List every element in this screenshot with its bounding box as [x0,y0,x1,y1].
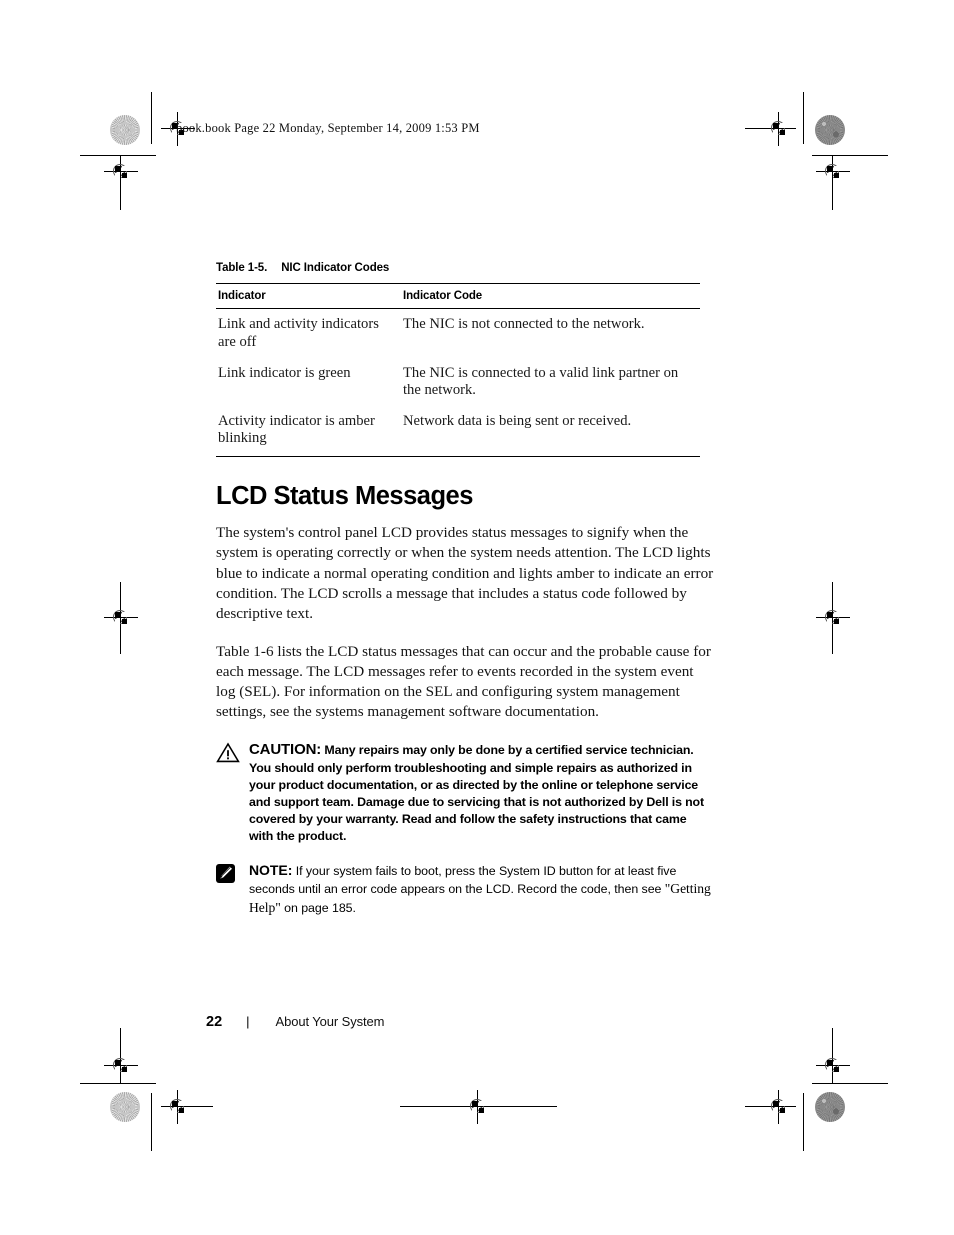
running-head: book.book Page 22 Monday, September 14, … [176,121,480,135]
caution-keyword: CAUTION: [249,740,322,758]
cell-indicator-code: The NIC is connected to a valid link par… [403,364,679,399]
table-caption: Table 1-5. NIC Indicator Codes [216,262,716,274]
registration-mark-left-lower [104,1049,138,1083]
trim-line-lower-right-horizontal [812,1083,888,1084]
note-body-before: If your system fails to boot, press the … [249,864,677,897]
document-page: book.book Page 22 Monday, September 14, … [0,0,954,1235]
registration-mark-top-right [762,112,796,146]
column-header-indicator: Indicator [216,282,401,310]
trim-line-bottom-left-vertical [151,1093,152,1151]
table-row: Link and activity indicators are off The… [216,309,700,358]
footer-separator: | [246,1014,250,1029]
note-keyword: NOTE: [249,862,293,879]
trim-line-bottom-right-horizontal [745,1106,763,1107]
registration-mark-mid-left [104,601,138,635]
note-body-after: on page 185. [284,900,356,915]
registration-mark-bottom-center [461,1090,495,1124]
halftone-circle-top-left [110,115,140,145]
trim-line-left-upper-vertical [120,172,121,210]
registration-mark-bottom-right [762,1090,796,1124]
footer-page-number: 22 [206,1014,223,1030]
caution-text-block: CAUTION: Many repairs may only be done b… [249,740,713,845]
table-caption-title: NIC Indicator Codes [281,262,390,274]
trim-line-top-right-vertical [803,92,804,144]
page-footer: 22 | About Your System [206,1014,385,1030]
halftone-circle-bottom-right [815,1092,845,1122]
registration-mark-right-upper [816,155,850,189]
halftone-circle-top-right [815,115,845,145]
footer-chapter-title: About Your System [275,1014,385,1029]
registration-mark-mid-right [816,601,850,635]
trim-line-top-left-vertical [151,92,152,144]
page-title: LCD Status Messages [216,481,473,510]
registration-mark-left-upper [104,155,138,189]
trim-line-bottom-center-horizontal-left [400,1106,462,1107]
table-caption-number: Table 1-5. [216,262,268,274]
trim-line-lower-left-horizontal [80,1083,156,1084]
cell-indicator-code: Network data is being sent or received. [401,406,700,457]
nic-indicator-codes-table: Indicator Indicator Code Link and activi… [216,282,700,457]
trim-line-right-upper-vertical [832,172,833,210]
trim-line-bottom-right-vertical [803,1093,804,1151]
cell-indicator: Link indicator is green [218,364,351,381]
halftone-circle-bottom-left [110,1092,140,1122]
cell-indicator-code: The NIC is not connected to the network. [403,316,645,333]
caution-admonition: CAUTION: Many repairs may only be done b… [216,740,713,845]
page-content: Table 1-5. NIC Indicator Codes Indicator … [216,262,716,932]
table-header-row: Indicator Indicator Code [216,282,700,310]
registration-mark-right-lower [816,1049,850,1083]
registration-mark-bottom-left [161,1090,195,1124]
trim-line-bottom-center-horizontal-right [495,1106,557,1107]
table-row: Link indicator is green The NIC is conne… [216,358,700,406]
note-text-block: NOTE: If your system fails to boot, pres… [249,861,713,917]
cell-indicator: Link and activity indicators are off [218,316,379,350]
body-paragraph-1: The system's control panel LCD provides … [216,524,714,623]
note-pencil-icon [216,863,242,885]
body-paragraph-2: Table 1-6 lists the LCD status messages … [216,642,711,721]
cell-indicator: Activity indicator is amber blinking [216,406,401,457]
caution-triangle-icon [216,742,242,764]
note-admonition: NOTE: If your system fails to boot, pres… [216,861,713,917]
column-header-indicator-code: Indicator Code [401,282,700,310]
trim-line-bottom-left-horizontal [195,1106,213,1107]
table-row: Activity indicator is amber blinking Net… [216,406,700,457]
trim-line-top-right-horizontal [745,128,769,129]
